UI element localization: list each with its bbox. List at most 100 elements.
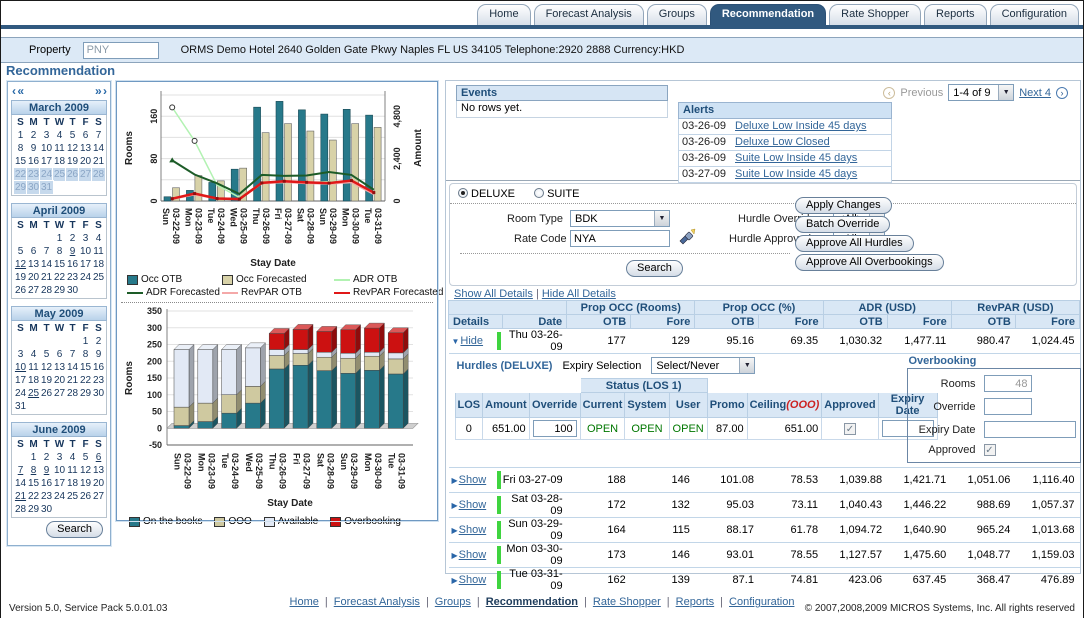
footer-link-rate-shopper[interactable]: Rate Shopper — [593, 596, 661, 608]
calendar-day[interactable]: 24 — [40, 168, 53, 181]
calendar-day[interactable]: 28 — [92, 168, 105, 181]
footer-link-recommendation[interactable]: Recommendation — [486, 596, 578, 608]
filter-search-button[interactable]: Search — [626, 260, 683, 277]
radio-deluxe-icon[interactable] — [458, 188, 468, 198]
calendar-day[interactable]: 10 — [14, 361, 27, 374]
weekday-header: F — [79, 116, 92, 129]
weekday-header: T — [66, 116, 79, 129]
calendar-day[interactable]: 30 — [27, 181, 40, 194]
charts-panel: 08016002,4004,800RoomsAmountSun03-22-09M… — [116, 81, 438, 521]
hurdle-override-input[interactable] — [533, 420, 577, 437]
calendar-day[interactable]: 31 — [40, 181, 53, 194]
calendar-day[interactable]: 23 — [27, 168, 40, 181]
calendar-day: 21 — [92, 155, 105, 168]
svg-text:03-26-09: 03-26-09 — [278, 453, 288, 489]
expand-icon[interactable]: ▶ — [452, 476, 458, 485]
footer-link-forecast-analysis[interactable]: Forecast Analysis — [334, 596, 420, 608]
calendar-day: 20 — [53, 374, 66, 387]
room-type-select[interactable]: BDK▼ — [570, 210, 670, 227]
calendar-day[interactable]: 9 — [66, 245, 79, 258]
apply-changes-button[interactable]: Apply Changes — [795, 197, 892, 214]
footer-link-configuration[interactable]: Configuration — [729, 596, 794, 608]
approve-all-overbookings-button[interactable]: Approve All Overbookings — [795, 254, 944, 271]
row-toggle-link[interactable]: Show — [459, 549, 487, 561]
alert-link[interactable]: Suite Low Inside 45 days — [735, 151, 857, 166]
approve-all-hurdles-button[interactable]: Approve All Hurdles — [795, 235, 914, 252]
row-toggle-link[interactable]: Show — [459, 474, 487, 486]
calendar-day: 10 — [53, 464, 66, 477]
tab-groups[interactable]: Groups — [647, 4, 707, 25]
calendar-day: 2 — [27, 129, 40, 142]
expiry-selection-select[interactable]: Select/Never▼ — [651, 357, 755, 374]
calendar-day: 16 — [66, 258, 79, 271]
value-cell: 1,116.40 — [1015, 468, 1079, 493]
row-toggle-link[interactable]: Show — [459, 499, 487, 511]
overbooking-override-input[interactable] — [984, 398, 1032, 415]
calendar-day[interactable]: 12 — [14, 258, 27, 271]
calendar-day[interactable]: 29 — [14, 181, 27, 194]
radio-deluxe[interactable]: DELUXE — [458, 188, 515, 200]
calendar-day[interactable]: 8 — [27, 464, 40, 477]
footer-link-groups[interactable]: Groups — [435, 596, 471, 608]
alert-link[interactable]: Deluxe Low Inside 45 days — [735, 119, 866, 134]
pagination-next-link[interactable]: Next 4 — [1019, 87, 1051, 99]
empty-day-cell — [14, 335, 27, 348]
calendar-day[interactable]: 21 — [14, 490, 27, 503]
tab-forecast-analysis[interactable]: Forecast Analysis — [534, 4, 644, 25]
calendar-day[interactable]: 6 — [92, 451, 105, 464]
expand-icon[interactable]: ▶ — [452, 501, 458, 510]
alert-link[interactable]: Deluxe Low Closed — [735, 135, 830, 150]
footer-link-reports[interactable]: Reports — [676, 596, 715, 608]
pagination-range-select[interactable]: 1-4 of 9 ▼ — [948, 84, 1014, 101]
calendar-day: 4 — [92, 232, 105, 245]
expand-icon[interactable]: ▶ — [452, 526, 458, 535]
calendar-prev-icon[interactable]: ‹ « — [12, 84, 23, 98]
calendar-day[interactable]: 9 — [40, 464, 53, 477]
rate-code-input[interactable] — [570, 230, 670, 247]
overbooking-expiry-input[interactable] — [984, 421, 1076, 438]
hide-all-details-link[interactable]: Hide All Details — [542, 288, 616, 300]
row-toggle-link[interactable]: Show — [459, 574, 487, 586]
pagination-prev-icon[interactable]: ‹ — [883, 87, 895, 99]
calendar-search-button[interactable]: Search — [46, 521, 103, 538]
weekday-header: T — [40, 116, 53, 129]
calendar-day[interactable]: 7 — [14, 464, 27, 477]
show-all-details-link[interactable]: Show All Details — [454, 288, 533, 300]
calendar-day[interactable]: 25 — [53, 168, 66, 181]
batch-override-button[interactable]: Batch Override — [795, 216, 890, 233]
tab-home[interactable]: Home — [477, 4, 530, 25]
overbooking-rooms-input[interactable] — [984, 375, 1032, 392]
overbooking-approved-checkbox[interactable]: ✓ — [984, 444, 996, 456]
collapse-icon[interactable]: ▼ — [452, 337, 460, 346]
empty-day-cell — [66, 335, 79, 348]
footer-link-home[interactable]: Home — [290, 596, 319, 608]
radio-suite-icon[interactable] — [534, 188, 544, 198]
row-toggle-link[interactable]: Hide — [460, 335, 483, 347]
radio-suite[interactable]: SUITE — [534, 188, 579, 200]
tab-rate-shopper[interactable]: Rate Shopper — [829, 4, 921, 25]
events-panel: Events No rows yet. — [456, 85, 668, 118]
expand-icon[interactable]: ▶ — [452, 576, 458, 585]
calendar-day: 19 — [79, 477, 92, 490]
pagination-next-icon[interactable]: › — [1056, 87, 1068, 99]
calendar-day[interactable]: 22 — [14, 168, 27, 181]
tab-reports[interactable]: Reports — [924, 4, 987, 25]
calendar-day: 18 — [27, 374, 40, 387]
expand-icon[interactable]: ▶ — [452, 551, 458, 560]
alert-link[interactable]: Suite Low Inside 45 days — [735, 167, 857, 182]
row-toggle-link[interactable]: Show — [459, 524, 487, 536]
sub-header-otb: OTB — [823, 315, 887, 329]
calendar-day[interactable]: 26 — [66, 168, 79, 181]
calendar-day[interactable]: 25 — [27, 387, 40, 400]
hurdles-title: Hurdles (DELUXE) — [457, 360, 553, 372]
hurdle-approved-checkbox[interactable]: ✓ — [844, 423, 856, 435]
lov-torch-icon[interactable] — [678, 228, 696, 246]
calendar-day[interactable]: 27 — [79, 168, 92, 181]
calendar-day: 1 — [14, 129, 27, 142]
calendar-day: 8 — [53, 245, 66, 258]
calendar-next-icon[interactable]: » › — [95, 84, 106, 98]
property-input[interactable] — [83, 42, 159, 59]
tab-configuration[interactable]: Configuration — [990, 4, 1079, 25]
tab-recommendation[interactable]: Recommendation — [710, 4, 826, 25]
calendar-day: 3 — [14, 348, 27, 361]
